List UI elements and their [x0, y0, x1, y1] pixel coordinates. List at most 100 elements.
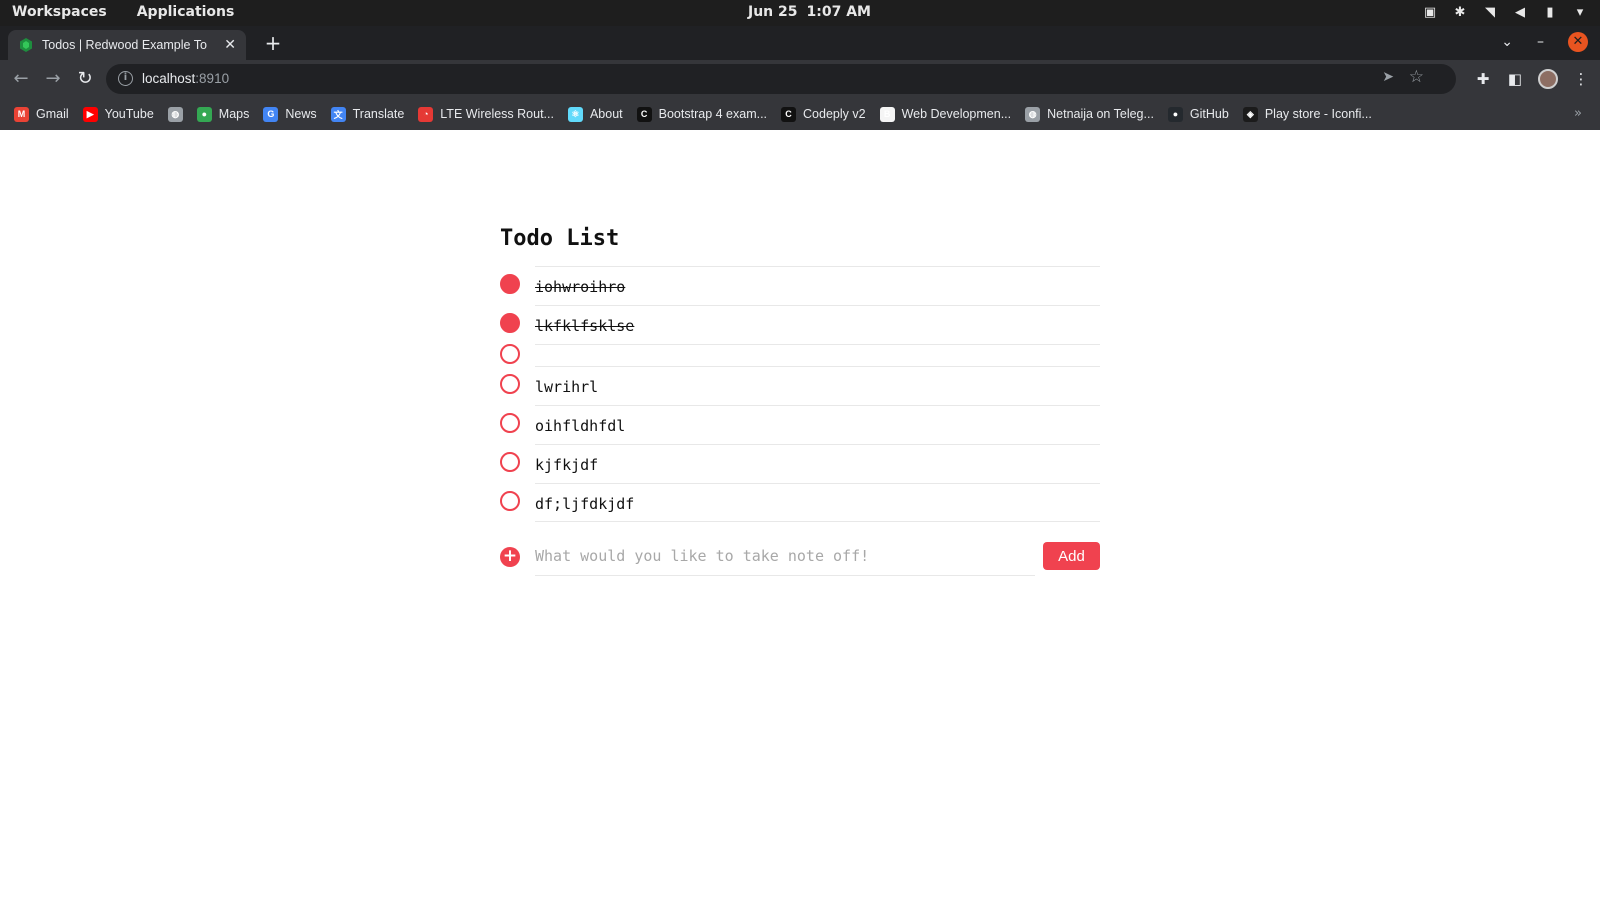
todo-text: iohwroihro — [535, 266, 1100, 305]
bookmark-label: About — [589, 107, 623, 121]
bookmark-star-icon[interactable]: ☆ — [1409, 67, 1424, 87]
todo-text: kjfkjdf — [535, 444, 1100, 483]
unchecked-circle-icon[interactable] — [500, 452, 520, 472]
youtube-icon: ▶ — [82, 106, 98, 122]
redwood-favicon-icon — [20, 38, 32, 52]
bookmark-item[interactable]: B Web Developmen... — [879, 106, 1012, 122]
bookmark-item[interactable]: ◍ Netnaija on Teleg... — [1025, 106, 1154, 122]
bookmark-item[interactable]: ◍ — [167, 106, 183, 122]
unchecked-circle-icon[interactable] — [500, 374, 520, 394]
more-menu-icon[interactable]: ⋮ — [1572, 70, 1590, 88]
bookmark-item[interactable]: M Gmail — [14, 106, 69, 122]
translate-icon: 文 — [330, 106, 346, 122]
react-icon: ⚛ — [567, 106, 583, 122]
system-menu-chevron-icon[interactable]: ▾ — [1572, 4, 1588, 20]
reload-button[interactable]: ↻ — [74, 68, 96, 90]
clock[interactable]: Jun 25 1:07 AM — [748, 4, 871, 20]
browser-tab[interactable]: Todos | Redwood Example To ✕ — [8, 30, 246, 60]
bookmark-label: Web Developmen... — [901, 107, 1012, 121]
bookmark-label: LTE Wireless Rout... — [440, 107, 554, 121]
bookmark-label: Netnaija on Teleg... — [1047, 107, 1154, 121]
checked-circle-icon[interactable] — [500, 274, 520, 294]
volume-icon[interactable]: ◀ — [1512, 4, 1528, 20]
page-content: Todo List iohwroihro lkfklfsklse lwrihrl oi… — [0, 130, 1600, 900]
bookmarks-overflow-icon[interactable]: » — [1574, 106, 1582, 121]
todo-text: oihfldhfdl — [535, 405, 1100, 444]
bookmark-label: Bootstrap 4 exam... — [658, 107, 768, 121]
slack-icon[interactable]: ✱ — [1452, 4, 1468, 20]
checked-circle-icon[interactable] — [500, 313, 520, 333]
unchecked-circle-icon[interactable] — [500, 491, 520, 511]
extensions-icon[interactable]: ✚ — [1474, 70, 1492, 88]
profile-avatar[interactable] — [1538, 69, 1558, 89]
bookmark-item[interactable]: ◔ LTE Wireless Rout... — [418, 106, 554, 122]
bookmark-item[interactable]: C Codeply v2 — [781, 106, 866, 122]
side-panel-icon[interactable]: ◧ — [1506, 70, 1524, 88]
todo-list: iohwroihro lkfklfsklse lwrihrl oihfldhfdl kj… — [500, 266, 1100, 522]
url-text: localhost:8910 — [142, 71, 229, 86]
page-title: Todo List — [500, 226, 620, 251]
tab-title: Todos | Redwood Example To — [42, 38, 207, 52]
send-tab-icon[interactable]: ➤ — [1382, 69, 1394, 85]
globe-icon: ◍ — [1025, 106, 1041, 122]
todo-item: kjfkjdf — [500, 444, 1100, 483]
gmail-icon: M — [14, 106, 29, 122]
todo-text: df;ljfdkjdf — [535, 483, 1100, 522]
url-host: localhost — [142, 71, 196, 86]
bookmark-item[interactable]: 文 Translate — [330, 106, 405, 122]
todo-item: lkfklfsklse — [500, 305, 1100, 344]
minimize-button[interactable]: – — [1537, 34, 1544, 50]
bookmark-item[interactable]: ● GitHub — [1167, 106, 1229, 122]
todo-item: df;ljfdkjdf — [500, 483, 1100, 522]
router-icon: ◔ — [418, 106, 434, 122]
add-circle-icon: + — [500, 547, 520, 567]
tab-search-chevron-icon[interactable]: ⌄ — [1501, 34, 1513, 50]
screen-share-icon[interactable]: ▣ — [1422, 4, 1438, 20]
address-bar[interactable]: i localhost:8910 ➤ ☆ — [106, 64, 1456, 94]
bookmark-item[interactable]: ⚛ About — [567, 106, 623, 122]
unchecked-circle-icon[interactable] — [500, 413, 520, 433]
bookmark-label: YouTube — [104, 107, 154, 121]
workspaces-button[interactable]: Workspaces — [12, 4, 107, 20]
add-button[interactable]: Add — [1043, 542, 1100, 570]
window-close-button[interactable]: ✕ — [1568, 32, 1588, 52]
bookmark-label: News — [285, 107, 317, 121]
back-button[interactable]: ← — [10, 68, 32, 90]
iconfinder-icon: ◈ — [1242, 106, 1258, 122]
bookmark-label: Gmail — [36, 107, 69, 121]
system-top-bar: Workspaces Applications Jun 25 1:07 AM ▣… — [0, 0, 1600, 26]
todo-item — [500, 344, 1100, 366]
maps-icon: ● — [196, 106, 212, 122]
unchecked-circle-icon[interactable] — [500, 344, 520, 364]
bookmark-label: Codeply v2 — [803, 107, 866, 121]
bookmark-item[interactable]: ◈ Play store - Iconfi... — [1242, 106, 1372, 122]
todo-item: lwrihrl — [500, 366, 1100, 405]
bookmarks-bar: M Gmail ▶ YouTube ◍ ● Maps G News 文 Translate ◔ LTE … — [0, 98, 1600, 130]
new-todo-form: + Add — [500, 536, 1100, 576]
forward-button[interactable]: → — [42, 68, 64, 90]
battery-icon[interactable]: ▮ — [1542, 4, 1558, 20]
bookmark-item[interactable]: ● Maps — [196, 106, 250, 122]
bookmark-item[interactable]: C Bootstrap 4 exam... — [636, 106, 768, 122]
new-todo-input[interactable] — [535, 536, 1035, 576]
new-tab-button[interactable]: + — [262, 32, 284, 54]
bookmark-label: Maps — [218, 107, 250, 121]
bookmark-label: Play store - Iconfi... — [1264, 107, 1372, 121]
site-info-icon[interactable]: i — [118, 71, 133, 86]
url-port: :8910 — [195, 71, 230, 86]
bookmark-item[interactable]: ▶ YouTube — [82, 106, 154, 122]
todo-item: iohwroihro — [500, 266, 1100, 305]
bookmark-label: Translate — [352, 107, 405, 121]
todo-text: lkfklfsklse — [535, 305, 1100, 344]
codeply-icon: C — [781, 106, 797, 122]
wifi-icon[interactable]: ◥ — [1482, 4, 1498, 20]
todo-text — [535, 344, 1100, 366]
codeply-icon: C — [636, 106, 652, 122]
github-icon: ● — [1167, 106, 1183, 122]
bookmark-item[interactable]: G News — [263, 106, 317, 122]
tab-close-icon[interactable]: ✕ — [224, 37, 236, 53]
applications-button[interactable]: Applications — [137, 4, 235, 20]
bookmark-label: GitHub — [1189, 107, 1229, 121]
news-icon: G — [263, 106, 279, 122]
clock-time: 1:07 AM — [806, 4, 871, 20]
